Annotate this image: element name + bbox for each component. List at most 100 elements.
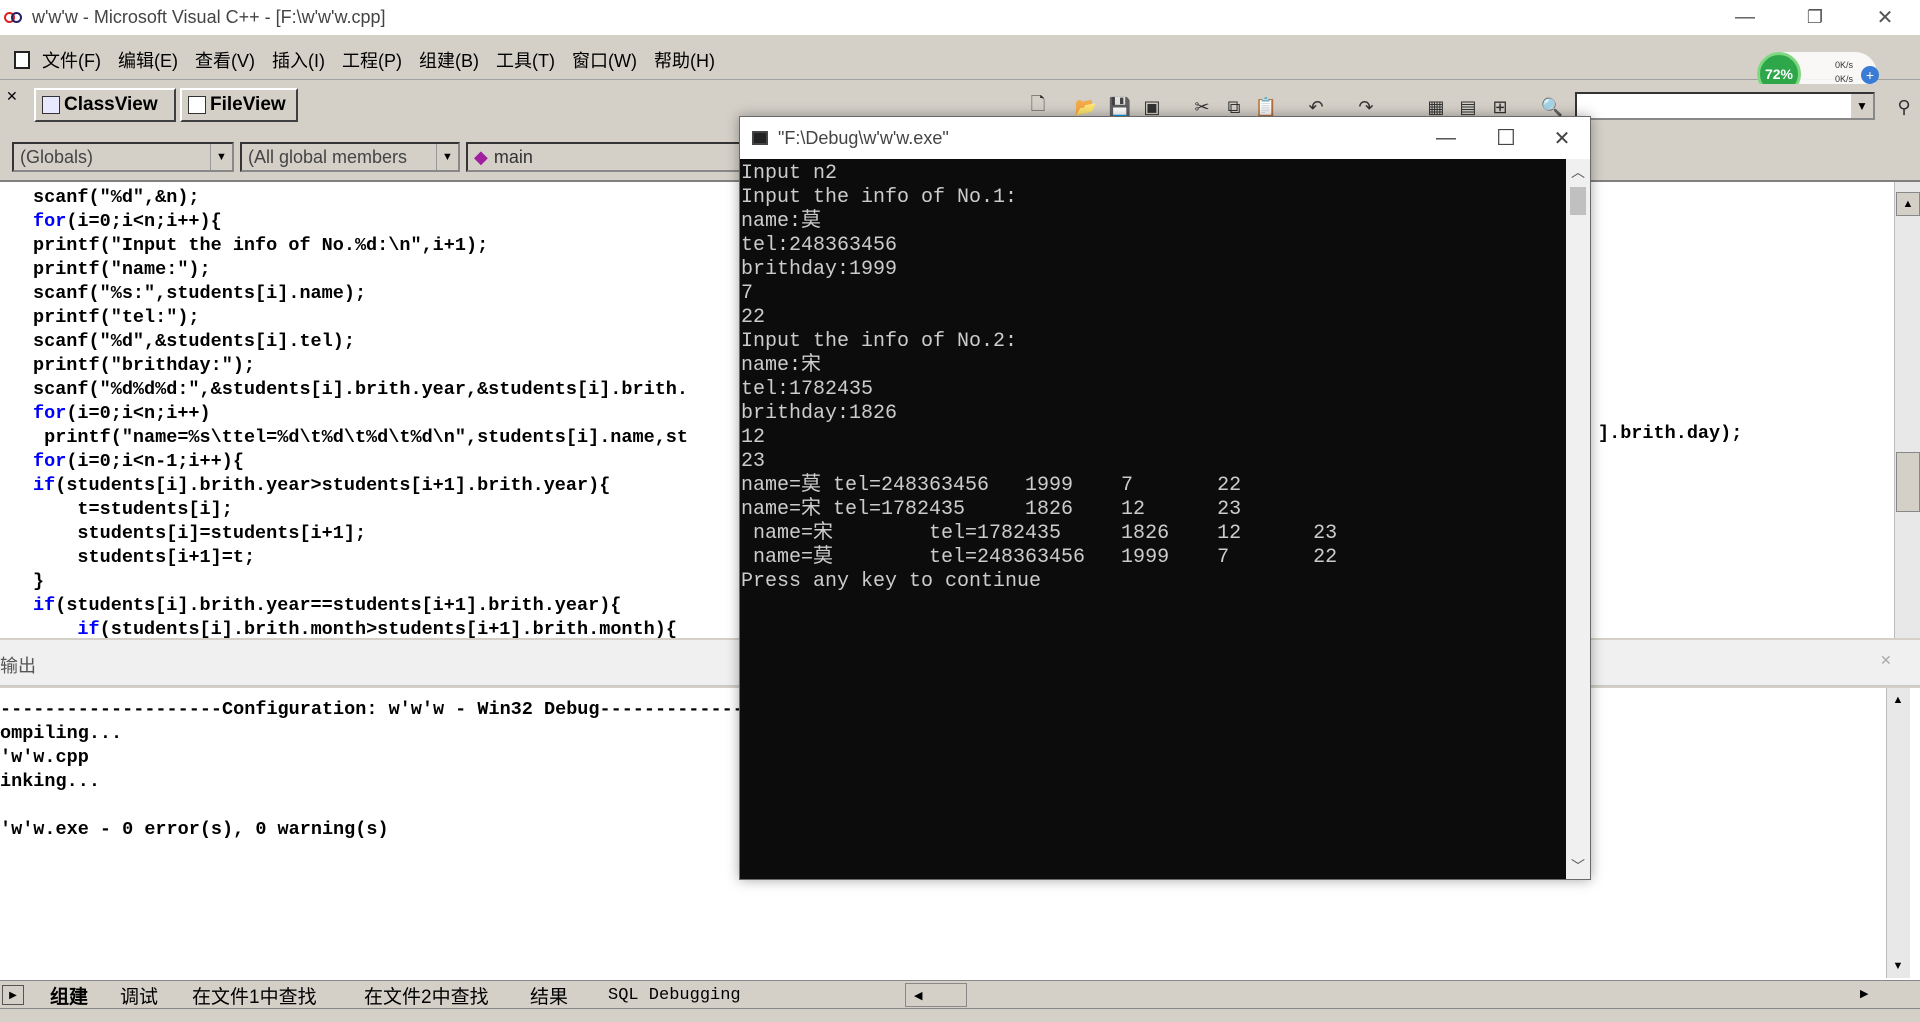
title-bar: w'w'w - Microsoft Visual C++ - [F:\w'w'w… (0, 0, 1920, 35)
save-icon[interactable]: 💾 (1109, 96, 1131, 118)
code-line: printf("tel:"); (33, 307, 200, 328)
app-icon (4, 10, 26, 26)
plus-icon[interactable]: + (1861, 66, 1879, 84)
code-line: t=students[i]; (77, 499, 233, 520)
chevron-up-icon[interactable]: ︿ (1566, 161, 1590, 183)
chevron-down-icon[interactable]: ▼ (1851, 94, 1873, 118)
chevron-down-icon[interactable]: ▼ (210, 144, 232, 170)
tab-find-in-files-2[interactable]: 在文件2中查找 (364, 983, 489, 1008)
output-line: ompiling... (0, 723, 123, 744)
console-window[interactable]: "F:\Debug\w'w'w.exe" — ☐ ✕ Input n2 Input… (739, 116, 1591, 880)
output-scrollbar[interactable]: ▲ ▼ (1886, 688, 1910, 978)
console-title-bar: "F:\Debug\w'w'w.exe" — ☐ ✕ (740, 117, 1590, 159)
close-pane-icon[interactable]: ✕ (6, 88, 18, 105)
console-output[interactable]: Input n2 Input the info of No.1: name:莫 tel… (740, 159, 1565, 879)
code-overflow-text: ].brith.day); (1598, 423, 1743, 444)
output-line: 'w'w.exe - 0 error(s), 0 warning(s) (0, 819, 389, 840)
menu-bar: 文件(F) 编辑(E) 查看(V) 插入(I) 工程(P) 组建(B) 工具(T… (0, 40, 1920, 80)
tab-debug[interactable]: 调试 (120, 983, 158, 1008)
function-combo[interactable]: ◆ main (466, 142, 746, 172)
console-icon (752, 131, 768, 145)
menu-insert[interactable]: 插入(I) (272, 47, 325, 73)
scroll-up-icon[interactable]: ▲ (1887, 690, 1909, 710)
code-line: scanf("%d",&n); (33, 187, 200, 208)
output-line: inking... (0, 771, 100, 792)
fileview-icon (188, 96, 206, 114)
console-line: name=莫 tel=248363456 1999 7 22 (741, 546, 1338, 569)
menu-tools[interactable]: 工具(T) (496, 47, 555, 73)
menu-file[interactable]: 文件(F) (42, 47, 101, 73)
scroll-down-icon[interactable]: ▼ (1887, 956, 1909, 976)
output-line: 'w'w.cpp (0, 747, 89, 768)
console-line: name:宋 (741, 354, 822, 377)
console-line: 12 (741, 426, 766, 449)
output-window-icon[interactable]: ▤ (1457, 96, 1479, 118)
editor-scrollbar[interactable]: ▲ (1894, 182, 1920, 638)
menu-window[interactable]: 窗口(W) (572, 47, 637, 73)
restore-button[interactable]: ❐ (1780, 0, 1850, 35)
menu-view[interactable]: 查看(V) (195, 47, 255, 73)
output-tabs: ▶ 组建 调试 在文件1中查找 在文件2中查找 结果 SQL Debugging… (0, 980, 1920, 1008)
tab-classview[interactable]: ClassView (34, 88, 176, 122)
cut-icon[interactable]: ✂ (1191, 96, 1213, 118)
function-icon: ◆ (474, 146, 488, 167)
console-scroll-thumb[interactable] (1570, 187, 1586, 215)
document-icon (14, 50, 30, 69)
tab-find-in-files-1[interactable]: 在文件1中查找 (192, 983, 317, 1008)
undo-icon[interactable]: ↶ (1305, 96, 1327, 118)
tab-results[interactable]: 结果 (530, 983, 568, 1008)
members-combo[interactable]: (All global members ▼ (240, 142, 460, 172)
code-line: students[i]=students[i+1]; (77, 523, 367, 544)
classview-icon (42, 96, 60, 114)
find-binoculars-icon[interactable]: ⚲ (1893, 96, 1915, 118)
horizontal-scroll-left-icon[interactable]: ◀ (905, 983, 967, 1007)
console-maximize-button[interactable]: ☐ (1476, 117, 1536, 159)
chevron-down-icon[interactable]: ﹀ (1566, 855, 1590, 877)
console-line: name=宋 tel=1782435 1826 12 23 (741, 498, 1242, 521)
scroll-thumb[interactable] (1896, 452, 1920, 512)
console-line: brithday:1826 (741, 402, 898, 425)
menu-build[interactable]: 组建(B) (419, 47, 479, 73)
new-file-icon[interactable]: 🗋 (1027, 94, 1049, 118)
chevron-down-icon[interactable]: ▼ (436, 144, 458, 170)
window-list-icon[interactable]: ⊞ (1489, 96, 1511, 118)
console-line: brithday:1999 (741, 258, 898, 281)
paste-icon[interactable]: 📋 (1255, 96, 1277, 118)
code-line: printf("name=%s\ttel=%d\t%d\t%d\t%d\n",s… (44, 427, 689, 448)
console-line: tel:248363456 (741, 234, 898, 257)
window-title: w'w'w - Microsoft Visual C++ - [F:\w'w'w… (32, 7, 386, 27)
console-line: name=莫 tel=248363456 1999 7 22 (741, 474, 1242, 497)
tab-build[interactable]: 组建 (50, 983, 88, 1008)
tab-sql-debugging[interactable]: SQL Debugging (608, 983, 741, 1007)
console-scrollbar[interactable]: ︿ ﹀ (1566, 159, 1590, 879)
redo-icon[interactable]: ↷ (1355, 96, 1377, 118)
console-line: 7 (741, 282, 754, 305)
code-keyword: for (33, 403, 67, 424)
horizontal-scroll-right-icon[interactable]: ▶ (1860, 987, 1868, 1000)
workspace-icon[interactable]: ▦ (1425, 96, 1447, 118)
menu-help[interactable]: 帮助(H) (654, 47, 715, 73)
tab-scroll-icon[interactable]: ▶ (2, 985, 24, 1005)
close-button[interactable]: ✕ (1850, 0, 1920, 35)
code-line: if(students[i].brith.year>students[i+1].… (33, 475, 611, 496)
upload-speed: 0K/s (1835, 60, 1854, 70)
menu-project[interactable]: 工程(P) (342, 47, 402, 73)
save-all-icon[interactable]: ▣ (1141, 96, 1163, 118)
find-combo-box[interactable]: ▼ (1575, 92, 1875, 120)
code-line: for(i=0;i<n-1;i++){ (33, 451, 244, 472)
console-minimize-button[interactable]: — (1416, 117, 1476, 159)
find-in-files-icon[interactable]: 🔍 (1541, 96, 1563, 118)
code-line: printf("brithday:"); (33, 355, 256, 376)
scroll-up-icon[interactable]: ▲ (1896, 192, 1920, 216)
code-line: printf("Input the info of No.%d:\n",i+1)… (33, 235, 489, 256)
close-output-icon[interactable]: ✕ (1880, 652, 1892, 669)
tab-fileview[interactable]: FileView (180, 88, 298, 122)
console-close-button[interactable]: ✕ (1532, 117, 1592, 159)
minimize-button[interactable]: — (1710, 0, 1780, 35)
code-line: students[i+1]=t; (77, 547, 256, 568)
open-folder-icon[interactable]: 📂 (1075, 96, 1097, 118)
code-keyword: if (33, 475, 56, 496)
menu-edit[interactable]: 编辑(E) (118, 47, 178, 73)
scope-combo[interactable]: (Globals) ▼ (12, 142, 234, 172)
copy-icon[interactable]: ⧉ (1223, 96, 1245, 118)
